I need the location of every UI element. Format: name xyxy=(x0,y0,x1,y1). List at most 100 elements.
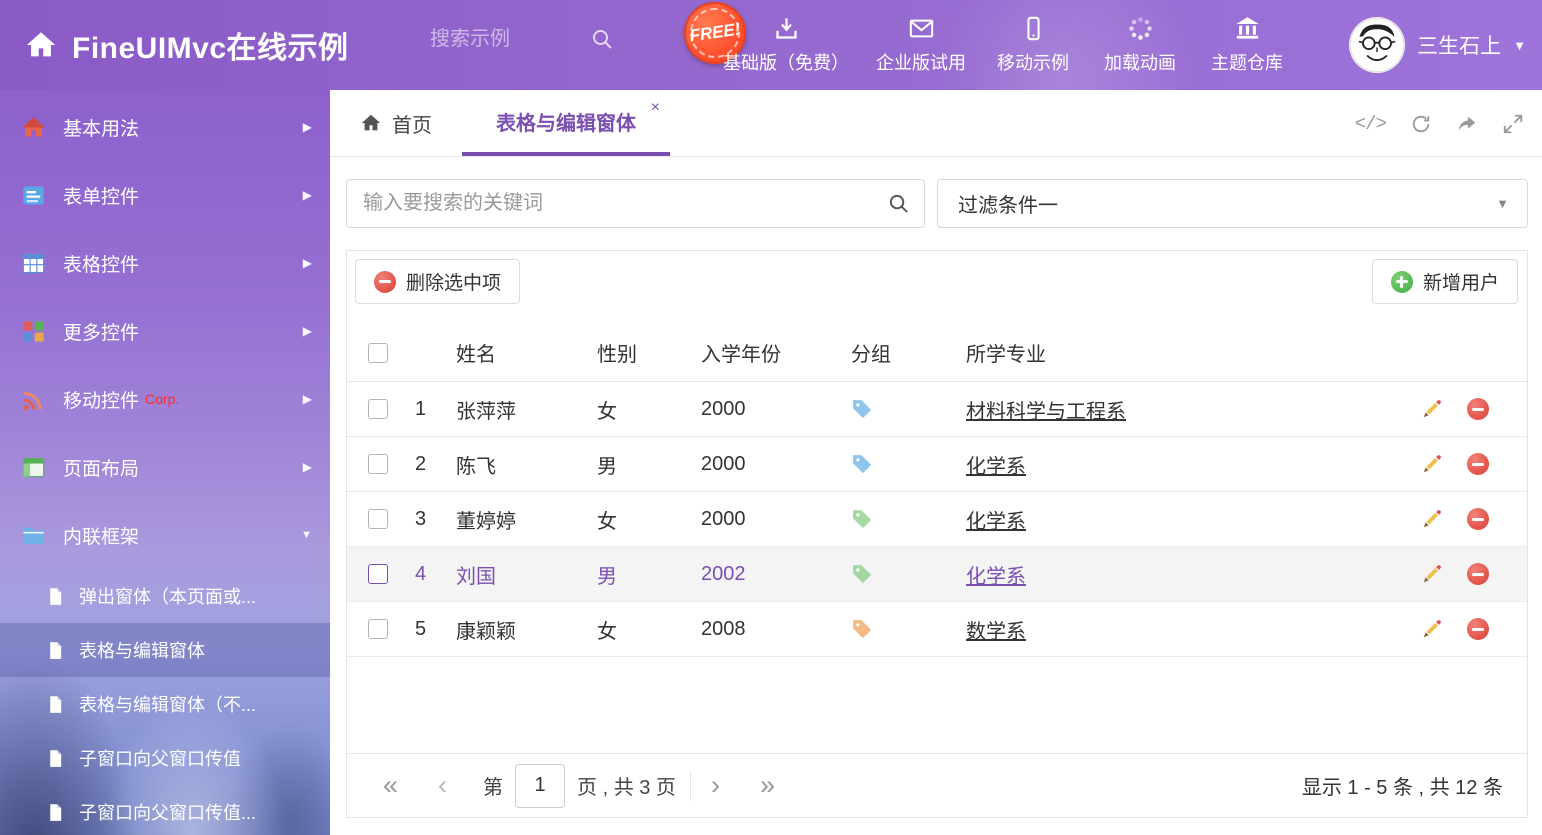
sidebar-item-more-controls[interactable]: 更多控件 ▶ xyxy=(0,297,330,365)
refresh-icon[interactable] xyxy=(1410,113,1432,135)
cell-name: 陈飞 xyxy=(453,450,591,479)
tag-icon xyxy=(851,398,873,420)
header-search-input[interactable] xyxy=(430,28,590,51)
chevron-down-icon: ▼ xyxy=(301,529,312,541)
fullscreen-icon[interactable] xyxy=(1502,113,1524,135)
sidebar-item-grid-controls[interactable]: 表格控件 ▶ xyxy=(0,229,330,297)
bank-icon xyxy=(1234,15,1261,42)
sidebar-subitem-popup-window[interactable]: 弹出窗体（本页面或... xyxy=(0,569,330,623)
edit-icon[interactable] xyxy=(1421,563,1443,585)
next-page-icon[interactable]: › xyxy=(705,772,726,799)
mobile-icon xyxy=(1020,15,1047,42)
signal-icon xyxy=(20,386,47,413)
column-header-major[interactable]: 所学专业 xyxy=(966,338,1397,367)
sidebar-subitem-child-to-parent[interactable]: 子窗口向父窗口传值 xyxy=(0,731,330,785)
row-checkbox[interactable] xyxy=(368,619,388,639)
sidebar-subitem-child-to-parent-2[interactable]: 子窗口向父窗口传值... xyxy=(0,785,330,835)
close-icon[interactable]: × xyxy=(651,99,660,117)
tab-home[interactable]: 首页 xyxy=(330,90,462,156)
row-checkbox[interactable] xyxy=(368,564,388,584)
sidebar-item-form-controls[interactable]: 表单控件 ▶ xyxy=(0,161,330,229)
tab-grid-edit-window[interactable]: 表格与编辑窗体 × xyxy=(462,90,670,156)
spinner-icon xyxy=(1127,15,1154,42)
cell-year: 2000 xyxy=(701,398,846,421)
table-row[interactable]: 1 张萍萍 女 2000 材料科学与工程系 xyxy=(347,382,1527,437)
row-number: 2 xyxy=(409,453,453,476)
cell-year: 2002 xyxy=(701,563,846,586)
delete-row-icon[interactable] xyxy=(1467,398,1489,420)
sidebar-submenu: 弹出窗体（本页面或... 表格与编辑窗体 表格与编辑窗体（不... 子窗口向父窗… xyxy=(0,569,330,835)
tag-icon xyxy=(851,508,873,530)
nav-item-loading-animation[interactable]: 加载动画 xyxy=(1100,15,1180,75)
edit-icon[interactable] xyxy=(1421,398,1443,420)
avatar xyxy=(1349,17,1405,73)
app: FineUIMvc在线示例 FREE! 基础版（免费） 企业版试用 移动示例 加… xyxy=(0,0,1542,835)
home-icon xyxy=(24,28,58,62)
table-row[interactable]: 5 康颖颖 女 2008 数学系 xyxy=(347,602,1527,657)
table-row[interactable]: 3 董婷婷 女 2000 化学系 xyxy=(347,492,1527,547)
search-button[interactable] xyxy=(872,180,924,227)
user-menu[interactable]: 三生石上 ▼ xyxy=(1349,0,1526,90)
row-checkbox[interactable] xyxy=(368,509,388,529)
file-icon xyxy=(45,748,66,769)
nav-item-enterprise-trial[interactable]: 企业版试用 xyxy=(876,15,966,75)
column-header-year[interactable]: 入学年份 xyxy=(701,338,846,367)
row-number: 1 xyxy=(409,398,453,421)
row-checkbox[interactable] xyxy=(368,454,388,474)
page-label-suffix: 页 , 共 3 页 xyxy=(577,771,676,800)
filter-dropdown[interactable]: 过滤条件一 ▼ xyxy=(937,179,1528,228)
search-icon[interactable] xyxy=(590,27,614,51)
last-page-icon[interactable]: » xyxy=(754,772,781,799)
sidebar-item-basic-usage[interactable]: 基本用法 ▶ xyxy=(0,93,330,161)
table-row-selected[interactable]: 4 刘国 男 2002 化学系 xyxy=(347,547,1527,602)
column-header-name[interactable]: 姓名 xyxy=(453,338,591,367)
brand[interactable]: FineUIMvc在线示例 xyxy=(0,23,349,67)
cell-year: 2000 xyxy=(701,508,846,531)
column-header-gender[interactable]: 性别 xyxy=(591,338,701,367)
table-row[interactable]: 2 陈飞 男 2000 化学系 xyxy=(347,437,1527,492)
first-page-icon[interactable]: « xyxy=(377,772,404,799)
select-all-checkbox[interactable] xyxy=(368,343,388,363)
data-grid: 姓名 性别 入学年份 分组 所学专业 1 张萍萍 女 2000 材料科学与工程系 xyxy=(347,324,1527,657)
major-link[interactable]: 化学系 xyxy=(966,505,1026,534)
minus-circle-icon xyxy=(374,271,396,293)
major-link[interactable]: 化学系 xyxy=(966,450,1026,479)
major-link[interactable]: 数学系 xyxy=(966,615,1026,644)
sidebar-subitem-grid-edit-window[interactable]: 表格与编辑窗体 xyxy=(0,623,330,677)
sidebar-item-iframe[interactable]: 内联框架 ▼ xyxy=(0,501,330,569)
sidebar-subitem-grid-edit-window-no[interactable]: 表格与编辑窗体（不... xyxy=(0,677,330,731)
prev-page-icon[interactable]: ‹ xyxy=(432,772,453,799)
nav-item-theme-repo[interactable]: 主题仓库 xyxy=(1207,15,1287,75)
edit-icon[interactable] xyxy=(1421,453,1443,475)
delete-selected-button[interactable]: 删除选中项 xyxy=(355,259,520,304)
delete-row-icon[interactable] xyxy=(1467,618,1489,640)
download-icon xyxy=(773,15,800,42)
keyword-search-input[interactable] xyxy=(347,192,872,215)
share-icon[interactable] xyxy=(1456,113,1478,135)
edit-icon[interactable] xyxy=(1421,508,1443,530)
column-header-group[interactable]: 分组 xyxy=(846,338,966,367)
chevron-right-icon: ▶ xyxy=(303,256,312,270)
chevron-right-icon: ▶ xyxy=(303,324,312,338)
major-link[interactable]: 化学系 xyxy=(966,560,1026,589)
chevron-right-icon: ▶ xyxy=(303,188,312,202)
cell-gender: 女 xyxy=(591,505,701,534)
tab-bar: 首页 表格与编辑窗体 × </> xyxy=(330,90,1542,157)
row-number: 4 xyxy=(409,563,453,586)
delete-row-icon[interactable] xyxy=(1467,453,1489,475)
edit-icon[interactable] xyxy=(1421,618,1443,640)
tab-tools: </> xyxy=(1355,90,1524,157)
source-code-icon[interactable]: </> xyxy=(1355,113,1386,135)
cell-year: 2008 xyxy=(701,618,846,641)
sidebar-item-page-layout[interactable]: 页面布局 ▶ xyxy=(0,433,330,501)
major-link[interactable]: 材料科学与工程系 xyxy=(966,395,1126,424)
delete-row-icon[interactable] xyxy=(1467,563,1489,585)
add-user-button[interactable]: 新增用户 xyxy=(1372,259,1518,304)
nav-item-basic-free[interactable]: 基础版（免费） xyxy=(723,15,849,75)
sidebar-item-mobile-controls[interactable]: 移动控件 Corp. ▶ xyxy=(0,365,330,433)
home-icon xyxy=(360,112,382,134)
delete-row-icon[interactable] xyxy=(1467,508,1489,530)
nav-item-mobile-demo[interactable]: 移动示例 xyxy=(993,15,1073,75)
row-checkbox[interactable] xyxy=(368,399,388,419)
page-number-input[interactable] xyxy=(515,764,565,808)
